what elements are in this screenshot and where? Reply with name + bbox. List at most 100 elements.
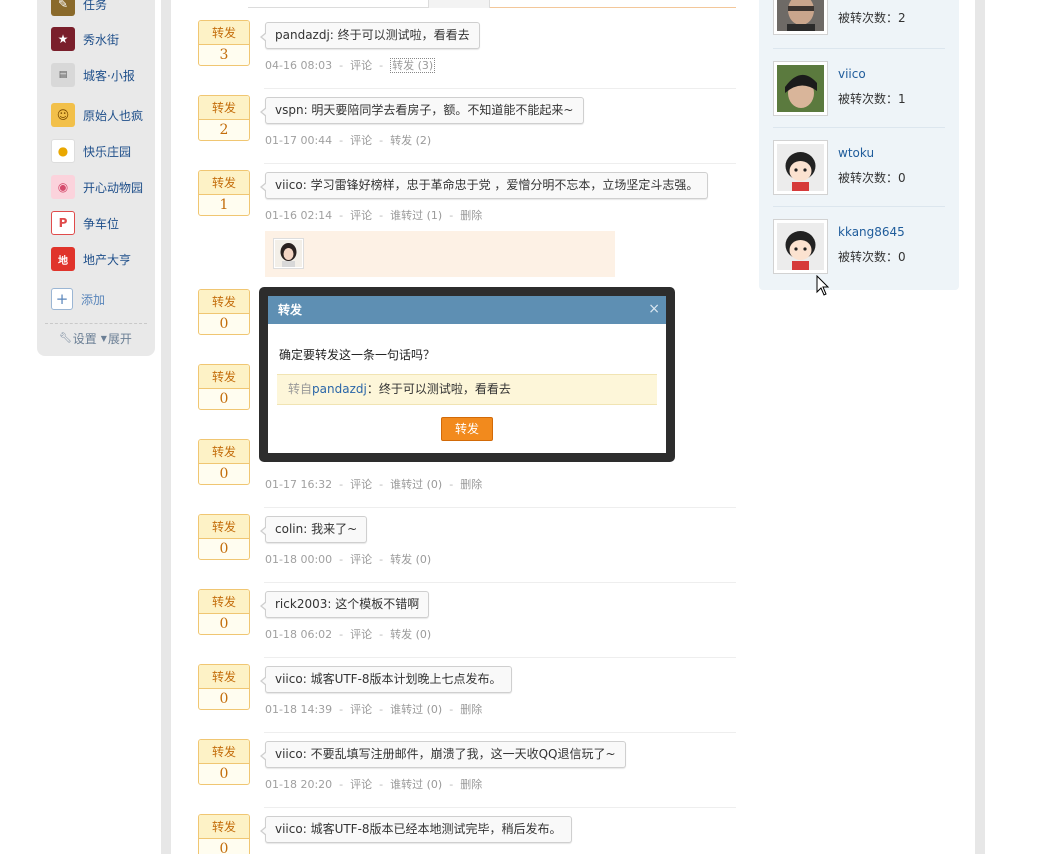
- quote-user-link[interactable]: pandazdj: [312, 382, 367, 396]
- app-item-caveman[interactable]: ☺ 原始人也疯: [51, 102, 143, 128]
- post-time: 01-16 02:14: [265, 209, 333, 222]
- add-app-button[interactable]: + 添加: [51, 286, 105, 312]
- user-divider: [773, 206, 945, 207]
- avatar-image: [777, 223, 824, 270]
- app-label: 原始人也疯: [83, 108, 144, 123]
- comment-link[interactable]: 评论: [350, 628, 372, 641]
- expand-link[interactable]: 展开: [108, 330, 132, 347]
- app-item-happy-farm[interactable]: ● 快乐庄园: [51, 138, 131, 164]
- repost-count: 2: [219, 122, 229, 138]
- user-divider: [773, 48, 945, 49]
- post-time: 01-17 00:44: [265, 134, 333, 147]
- tasks-icon: ✎: [51, 0, 75, 16]
- comment-link[interactable]: 评论: [350, 209, 372, 222]
- wrench-icon: 🔧︎: [59, 333, 72, 344]
- main-column-left-border: [161, 0, 171, 854]
- left-app-rail: ✎ 任务 ★ 秀水街 ▤ 城客·小报 ☺ 原始人也疯 ● 快乐庄园 ◉ 开心动物…: [37, 0, 155, 356]
- repost-badge[interactable]: 转发 0: [198, 514, 250, 560]
- tab-active[interactable]: [428, 0, 490, 8]
- avatar-image: [777, 144, 824, 191]
- delete-link[interactable]: 删除: [460, 209, 482, 222]
- repost-link[interactable]: 转发 (0): [390, 628, 431, 641]
- avatar[interactable]: [773, 140, 828, 195]
- repost-badge-label: 转发: [199, 665, 249, 689]
- post-meta: 01-18 14:39- 评论 - 谁转过 (0) - 删除: [265, 703, 483, 716]
- close-icon[interactable]: ×: [648, 296, 660, 322]
- app-item-happy-zoo[interactable]: ◉ 开心动物园: [51, 174, 143, 200]
- app-item-tasks[interactable]: ✎ 任务: [51, 0, 107, 17]
- repost-badge[interactable]: 转发 1: [198, 170, 250, 216]
- repost-badge[interactable]: 转发 0: [198, 739, 250, 785]
- repost-link[interactable]: 转发 (0): [390, 553, 431, 566]
- avatar[interactable]: [773, 61, 828, 116]
- repost-badge-label: 转发: [199, 171, 249, 195]
- app-label: 任务: [83, 0, 108, 12]
- repost-link[interactable]: 转发 (3): [390, 58, 436, 73]
- who-reposted-link[interactable]: 谁转过 (1): [390, 209, 442, 222]
- repost-dialog: 转发 × 确定要转发这一条一句话吗？ 转自pandazdj：终于可以测试啦，看看…: [268, 296, 666, 453]
- user-repost-count: 被转次数：0: [838, 250, 906, 264]
- comment-link[interactable]: 评论: [350, 778, 372, 791]
- repost-count: 3: [219, 47, 229, 63]
- comment-link[interactable]: 评论: [350, 703, 372, 716]
- repost-badge[interactable]: 转发 2: [198, 95, 250, 141]
- repost-count: 0: [219, 766, 229, 782]
- post-meta: 01-18 06:02- 评论 - 转发 (0): [265, 628, 432, 641]
- app-item-real-estate[interactable]: 地 地产大亨: [51, 246, 131, 272]
- item-divider: [264, 507, 736, 508]
- delete-link[interactable]: 删除: [460, 778, 482, 791]
- comment-link[interactable]: 评论: [350, 134, 372, 147]
- repost-badge[interactable]: 转发 0: [198, 589, 250, 635]
- post-bubble: viico: 城客UTF-8版本已经本地测试完毕，稍后发布。: [260, 816, 572, 843]
- repost-badge[interactable]: 转发 0: [198, 289, 250, 335]
- app-item-city-news[interactable]: ▤ 城客·小报: [51, 62, 135, 88]
- caveman-icon: ☺: [51, 103, 75, 127]
- repost-badge[interactable]: 转发 0: [198, 814, 250, 854]
- avatar[interactable]: [273, 238, 304, 269]
- repost-badge[interactable]: 转发 0: [198, 439, 250, 485]
- delete-link[interactable]: 删除: [460, 478, 482, 491]
- repost-badge-label: 转发: [199, 290, 249, 314]
- comment-link[interactable]: 评论: [350, 478, 372, 491]
- confirm-repost-button[interactable]: 转发: [441, 417, 493, 441]
- avatar[interactable]: [773, 0, 828, 35]
- user-name[interactable]: viico: [838, 67, 866, 81]
- user-repost-count: 被转次数：0: [838, 171, 906, 185]
- user-row: 被转次数：2: [773, 0, 945, 59]
- post-bubble: viico: 城客UTF-8版本计划晚上七点发布。: [260, 666, 512, 693]
- delete-link[interactable]: 删除: [460, 703, 482, 716]
- avatar-image: [777, 0, 824, 31]
- caret-down-icon: ▼: [100, 334, 107, 343]
- item-divider: [264, 88, 736, 89]
- repost-badge-label: 转发: [199, 96, 249, 120]
- item-divider: [264, 657, 736, 658]
- top-reposted-users-panel: 被转次数：2 viico 被转次数：1 wtoku 被转次数：0 kkang86…: [759, 0, 959, 290]
- post-meta: 01-18 00:00- 评论 - 转发 (0): [265, 553, 432, 566]
- dialog-question: 确定要转发这一条一句话吗？: [279, 348, 436, 362]
- comment-link[interactable]: 评论: [350, 59, 372, 72]
- comment-link[interactable]: 评论: [350, 553, 372, 566]
- app-item-xiushuijie[interactable]: ★ 秀水街: [51, 26, 119, 52]
- user-name[interactable]: kkang8645: [838, 225, 905, 239]
- chick-icon: ●: [51, 139, 75, 163]
- quote-prefix: 转自: [288, 382, 313, 396]
- settings-link[interactable]: 设置: [73, 330, 97, 347]
- post-bubble: viico: 学习雷锋好榜样，忠于革命忠于党 ，爱憎分明不忘本，立场坚定斗志强。: [259, 172, 709, 199]
- user-repost-count: 被转次数：2: [838, 11, 906, 25]
- repost-badge[interactable]: 转发 3: [198, 20, 250, 66]
- item-divider: [264, 582, 736, 583]
- who-reposted-link[interactable]: 谁转过 (0): [390, 778, 442, 791]
- post-time: 01-18 20:20: [265, 778, 333, 791]
- avatar[interactable]: [773, 219, 828, 274]
- repost-link[interactable]: 转发 (2): [390, 134, 431, 147]
- repost-badge[interactable]: 转发 0: [198, 664, 250, 710]
- repost-badge[interactable]: 转发 0: [198, 364, 250, 410]
- user-name[interactable]: wtoku: [838, 146, 874, 160]
- who-reposted-link[interactable]: 谁转过 (0): [390, 478, 442, 491]
- post-bubble: colin: 我来了~: [259, 516, 368, 543]
- who-reposted-link[interactable]: 谁转过 (0): [390, 703, 442, 716]
- app-item-parking[interactable]: P 争车位: [51, 210, 119, 236]
- repost-badge-label: 转发: [199, 21, 249, 45]
- app-label: 秀水街: [83, 32, 120, 47]
- parking-icon: P: [51, 211, 75, 235]
